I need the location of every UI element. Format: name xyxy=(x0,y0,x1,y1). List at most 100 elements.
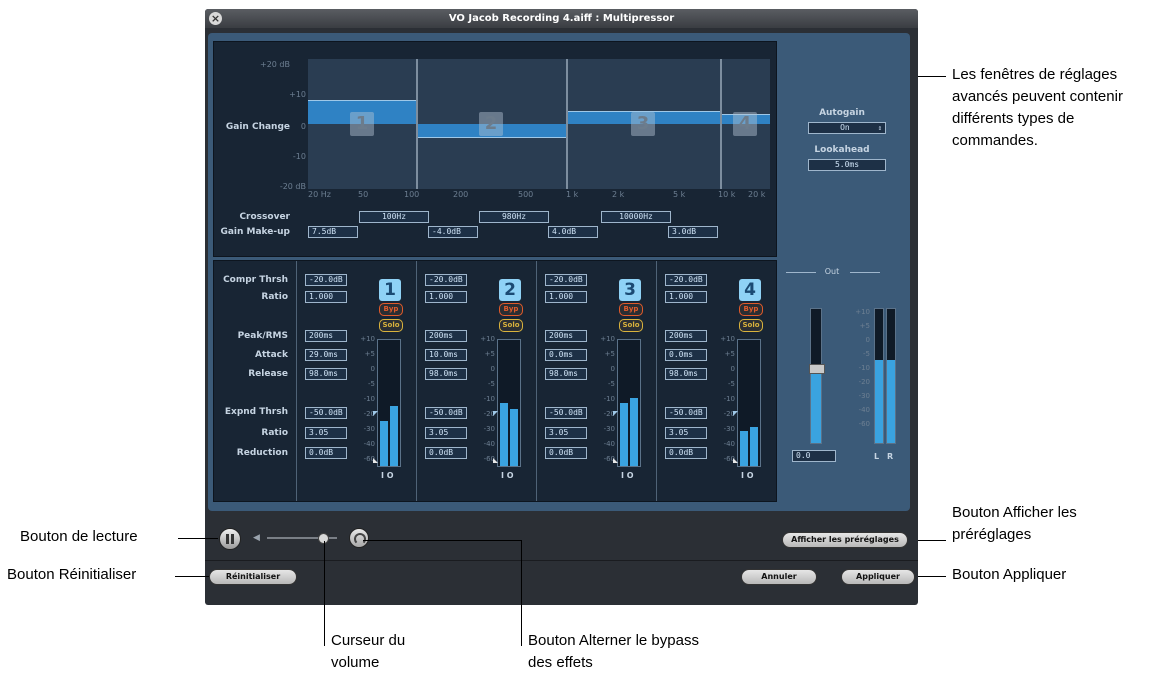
expnd-thrsh-field[interactable]: -50.0dB xyxy=(305,407,347,419)
meter-tick: -10 xyxy=(603,395,615,403)
meter-tick: -5 xyxy=(608,380,615,388)
apply-button[interactable]: Appliquer xyxy=(841,569,915,585)
attack-field[interactable]: 10.0ms xyxy=(425,349,467,361)
band-select-button[interactable]: 4 xyxy=(739,279,761,301)
callout-show-presets: Bouton Afficher les préréglages xyxy=(952,504,1077,543)
compr-thrsh-field[interactable]: -20.0dB xyxy=(545,274,587,286)
close-icon[interactable]: × xyxy=(209,12,222,25)
out-fader-track[interactable] xyxy=(809,308,825,444)
expnd-thrsh-field[interactable]: -50.0dB xyxy=(545,407,587,419)
meter-tick: +5 xyxy=(724,350,735,358)
x-tick: 200 xyxy=(453,190,469,199)
meter-tick: -20 xyxy=(483,410,495,418)
expnd-ratio-field[interactable]: 3.05 xyxy=(665,427,707,439)
bypass-button[interactable]: Byp xyxy=(499,303,523,316)
meter-tick: +5 xyxy=(484,350,495,358)
x-tick: 100 xyxy=(404,190,420,199)
expnd-thrsh-field[interactable]: -50.0dB xyxy=(425,407,467,419)
reduction-field[interactable]: 0.0dB xyxy=(305,447,347,459)
ratio-label: Ratio xyxy=(261,292,288,302)
release-field[interactable]: 98.0ms xyxy=(545,368,587,380)
compr-thrsh-field[interactable]: -20.0dB xyxy=(665,274,707,286)
ratio-field[interactable]: 1.000 xyxy=(425,291,467,303)
show-presets-button[interactable]: Afficher les préréglages xyxy=(782,532,908,548)
x-tick: 1 k xyxy=(566,190,579,199)
bypass-button[interactable]: Byp xyxy=(379,303,403,316)
expander-marker[interactable] xyxy=(733,458,738,463)
gain-graph[interactable]: 1 2 3 4 xyxy=(308,59,770,189)
expnd-thrsh-field[interactable]: -50.0dB xyxy=(665,407,707,419)
band-select-button[interactable]: 3 xyxy=(619,279,641,301)
crossover-field[interactable]: 980Hz xyxy=(479,211,549,223)
out-meter-tick: -20 xyxy=(858,378,870,386)
crossover-field[interactable]: 100Hz xyxy=(359,211,429,223)
ratio-field[interactable]: 1.000 xyxy=(305,291,347,303)
volume-slider[interactable] xyxy=(267,533,337,544)
threshold-marker[interactable] xyxy=(493,411,498,416)
out-value-field[interactable]: 0.0 xyxy=(792,450,836,462)
band-select-button[interactable]: 2 xyxy=(499,279,521,301)
attack-field[interactable]: 29.0ms xyxy=(305,349,347,361)
out-fader-knob[interactable] xyxy=(809,363,825,374)
play-pause-button[interactable] xyxy=(219,528,241,550)
attack-field[interactable]: 0.0ms xyxy=(665,349,707,361)
band-select-button[interactable]: 1 xyxy=(379,279,401,301)
bypass-toggle-button[interactable] xyxy=(349,528,369,548)
out-label: Out xyxy=(824,267,840,276)
out-meter-tick: -5 xyxy=(863,350,870,358)
expnd-ratio-field[interactable]: 3.05 xyxy=(545,427,587,439)
gain-makeup-field[interactable]: 7.5dB xyxy=(308,226,358,238)
meter-in-fill xyxy=(740,430,748,466)
release-field[interactable]: 98.0ms xyxy=(665,368,707,380)
callout-line xyxy=(918,576,946,577)
expander-marker[interactable] xyxy=(493,458,498,463)
threshold-marker[interactable] xyxy=(373,411,378,416)
compr-thrsh-field[interactable]: -20.0dB xyxy=(305,274,347,286)
meter-tick: -20 xyxy=(603,410,615,418)
band-divider[interactable] xyxy=(720,59,722,189)
reduction-field[interactable]: 0.0dB xyxy=(425,447,467,459)
bypass-button[interactable]: Byp xyxy=(619,303,643,316)
expander-marker[interactable] xyxy=(613,458,618,463)
solo-button[interactable]: Solo xyxy=(619,319,643,332)
gain-makeup-field[interactable]: 4.0dB xyxy=(548,226,598,238)
out-fader-fill xyxy=(811,367,821,443)
bypass-button[interactable]: Byp xyxy=(739,303,763,316)
gain-makeup-field[interactable]: 3.0dB xyxy=(668,226,718,238)
peak-rms-field[interactable]: 200ms xyxy=(545,330,587,342)
meter-tick: -40 xyxy=(483,440,495,448)
solo-button[interactable]: Solo xyxy=(499,319,523,332)
threshold-marker[interactable] xyxy=(613,411,618,416)
release-field[interactable]: 98.0ms xyxy=(425,368,467,380)
ratio-field[interactable]: 1.000 xyxy=(545,291,587,303)
expander-marker[interactable] xyxy=(373,458,378,463)
reduction-field[interactable]: 0.0dB xyxy=(545,447,587,459)
meter-out-fill xyxy=(630,397,638,466)
lookahead-field[interactable]: 5.0ms xyxy=(808,159,886,171)
peak-rms-field[interactable]: 200ms xyxy=(425,330,467,342)
ratio-field[interactable]: 1.000 xyxy=(665,291,707,303)
peak-rms-label: Peak/RMS xyxy=(237,331,288,341)
solo-button[interactable]: Solo xyxy=(739,319,763,332)
meter-tick: -60 xyxy=(603,455,615,463)
reset-button[interactable]: Réinitialiser xyxy=(209,569,297,585)
reduction-field[interactable]: 0.0dB xyxy=(665,447,707,459)
crossover-field[interactable]: 10000Hz xyxy=(601,211,671,223)
expnd-ratio-field[interactable]: 3.05 xyxy=(305,427,347,439)
autogain-select[interactable]: On ⇕ xyxy=(808,122,886,134)
expnd-ratio-field[interactable]: 3.05 xyxy=(425,427,467,439)
title-bar[interactable]: VO Jacob Recording 4.aiff : Multipressor xyxy=(205,9,918,28)
meter-tick: +10 xyxy=(480,335,495,343)
gain-makeup-field[interactable]: -4.0dB xyxy=(428,226,478,238)
band-divider[interactable] xyxy=(416,59,418,189)
cancel-button[interactable]: Annuler xyxy=(741,569,817,585)
peak-rms-field[interactable]: 200ms xyxy=(665,330,707,342)
compr-thrsh-field[interactable]: -20.0dB xyxy=(425,274,467,286)
release-field[interactable]: 98.0ms xyxy=(305,368,347,380)
band-divider[interactable] xyxy=(566,59,568,189)
solo-button[interactable]: Solo xyxy=(379,319,403,332)
gain-band-line xyxy=(416,137,566,138)
peak-rms-field[interactable]: 200ms xyxy=(305,330,347,342)
attack-field[interactable]: 0.0ms xyxy=(545,349,587,361)
threshold-marker[interactable] xyxy=(733,411,738,416)
